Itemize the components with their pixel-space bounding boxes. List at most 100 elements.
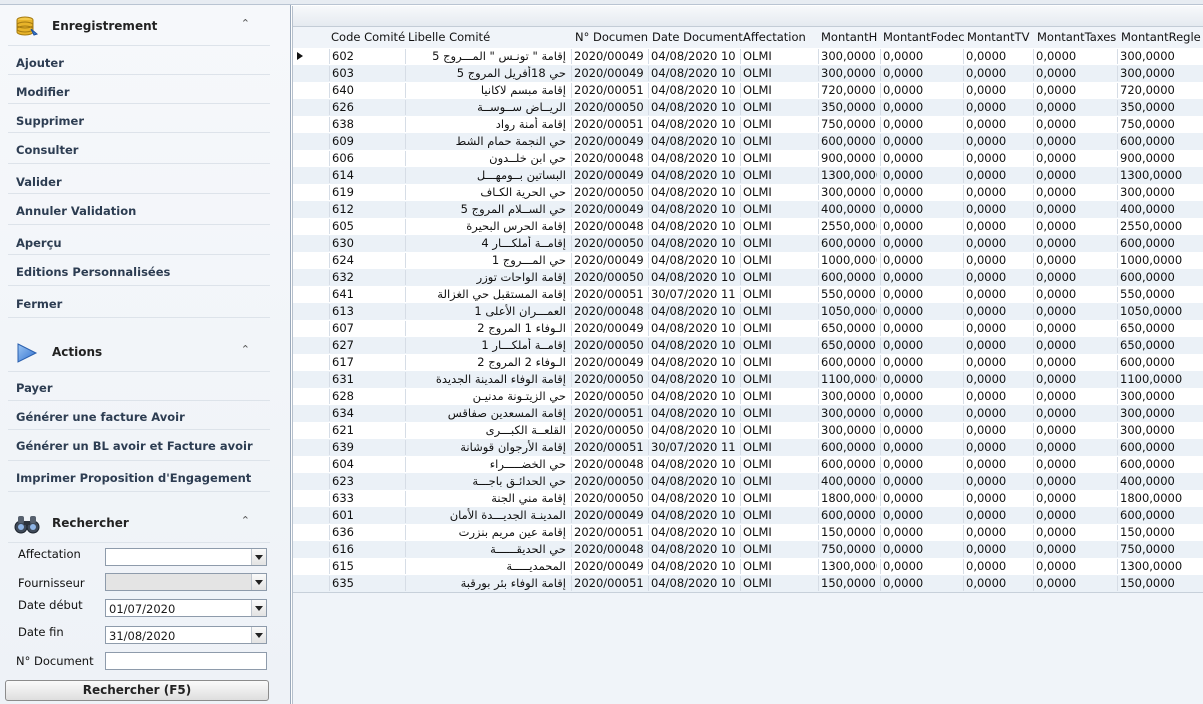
cell-mht[interactable]: 300,0000 <box>818 389 877 404</box>
cell-code[interactable]: 640 <box>329 83 402 98</box>
cell-mfodec[interactable]: 0,0000 <box>880 423 961 438</box>
cell-mht[interactable]: 300,0000 <box>818 49 877 64</box>
cell-date[interactable]: 04/08/2020 10 <box>648 168 738 183</box>
table-row[interactable]: 605 إقامة الحرس البحيرة 2020/00048 04/08/20… <box>293 218 1203 235</box>
table-row[interactable]: 607 الـوفاء 1 المروج 2 2020/00049 04/08/202… <box>293 320 1203 337</box>
cell-libelle[interactable]: حي الخضـــــراء <box>405 457 566 472</box>
cell-ndoc[interactable]: 2020/00049 <box>571 66 646 81</box>
cell-affectation[interactable]: OLMI <box>740 219 815 234</box>
table-row[interactable]: 604 حي الخضـــــراء 2020/00048 04/08/2020 1… <box>293 456 1203 473</box>
cell-mtv[interactable]: 0,0000 <box>963 576 1030 591</box>
cell-ndoc[interactable]: 2020/00050 <box>571 270 646 285</box>
cell-mtaxes[interactable]: 0,0000 <box>1033 576 1114 591</box>
cell-affectation[interactable]: OLMI <box>740 287 815 302</box>
cell-mfodec[interactable]: 0,0000 <box>880 236 961 251</box>
cell-mtv[interactable]: 0,0000 <box>963 559 1030 574</box>
cell-affectation[interactable]: OLMI <box>740 134 815 149</box>
cell-mht[interactable]: 750,0000 <box>818 542 877 557</box>
collapse-icon[interactable]: ⌃ <box>241 343 250 356</box>
cell-mht[interactable]: 400,0000 <box>818 474 877 489</box>
cell-mtv[interactable]: 0,0000 <box>963 304 1030 319</box>
cell-mtaxes[interactable]: 0,0000 <box>1033 321 1114 336</box>
cell-mtv[interactable]: 0,0000 <box>963 253 1030 268</box>
cell-date[interactable]: 04/08/2020 10 <box>648 253 738 268</box>
column-header-mregle[interactable]: MontantRegle <box>1121 30 1203 47</box>
table-row[interactable]: 616 حي الحديقــــــة 2020/00048 04/08/2020 … <box>293 541 1203 558</box>
cell-code[interactable]: 613 <box>329 304 402 319</box>
cell-mtaxes[interactable]: 0,0000 <box>1033 542 1114 557</box>
cell-code[interactable]: 603 <box>329 66 402 81</box>
cell-mtv[interactable]: 0,0000 <box>963 287 1030 302</box>
cell-mtv[interactable]: 0,0000 <box>963 338 1030 353</box>
cell-mht[interactable]: 650,0000 <box>818 338 877 353</box>
cell-mtaxes[interactable]: 0,0000 <box>1033 338 1114 353</box>
cell-mregle[interactable]: 300,0000 <box>1117 423 1201 438</box>
cell-mtv[interactable]: 0,0000 <box>963 219 1030 234</box>
cell-mtv[interactable]: 0,0000 <box>963 321 1030 336</box>
valider-item[interactable]: Valider <box>16 175 62 189</box>
cell-affectation[interactable]: OLMI <box>740 423 815 438</box>
cell-libelle[interactable]: إقامة الحرس البحيرة <box>405 219 566 234</box>
cell-affectation[interactable]: OLMI <box>740 100 815 115</box>
cell-date[interactable]: 04/08/2020 10 <box>648 66 738 81</box>
column-header-mtv[interactable]: MontantTV <box>967 30 1035 47</box>
cell-ndoc[interactable]: 2020/00051 <box>571 440 646 455</box>
cell-mtv[interactable]: 0,0000 <box>963 100 1030 115</box>
apercu-item[interactable]: Aperçu <box>16 236 62 250</box>
cell-ndoc[interactable]: 2020/00048 <box>571 219 646 234</box>
cell-ndoc[interactable]: 2020/00050 <box>571 491 646 506</box>
cell-affectation[interactable]: OLMI <box>740 202 815 217</box>
cell-mtv[interactable]: 0,0000 <box>963 134 1030 149</box>
collapse-icon[interactable]: ⌃ <box>241 514 250 527</box>
annuler-validation-item[interactable]: Annuler Validation <box>16 204 136 218</box>
cell-libelle[interactable]: إقامة المستقبل حي الغزالة <box>405 287 566 302</box>
cell-mht[interactable]: 1100,0000 <box>818 372 877 387</box>
cell-code[interactable]: 619 <box>329 185 402 200</box>
cell-mfodec[interactable]: 0,0000 <box>880 168 961 183</box>
cell-mtaxes[interactable]: 0,0000 <box>1033 287 1114 302</box>
cell-mregle[interactable]: 150,0000 <box>1117 576 1201 591</box>
cell-mfodec[interactable]: 0,0000 <box>880 202 961 217</box>
cell-libelle[interactable]: حي النجمة حمام الشط <box>405 134 566 149</box>
cell-mregle[interactable]: 1050,0000 <box>1117 304 1201 319</box>
cell-libelle[interactable]: إقامة " تونـس " المـــروج 5 <box>405 49 566 64</box>
date-debut-picker[interactable]: 01/07/2020 <box>105 599 267 617</box>
table-row[interactable]: 619 حي الحرية الكـاف 2020/00050 04/08/2020 … <box>293 184 1203 201</box>
cell-mregle[interactable]: 150,0000 <box>1117 525 1201 540</box>
cell-mfodec[interactable]: 0,0000 <box>880 559 961 574</box>
fermer-item[interactable]: Fermer <box>16 297 62 311</box>
cell-affectation[interactable]: OLMI <box>740 304 815 319</box>
cell-libelle[interactable]: البساتين بــومهـــل <box>405 168 566 183</box>
cell-code[interactable]: 609 <box>329 134 402 149</box>
panel-header-actions[interactable]: Actions ⌃ <box>8 337 270 367</box>
cell-mht[interactable]: 350,0000 <box>818 100 877 115</box>
cell-date[interactable]: 04/08/2020 10 <box>648 525 738 540</box>
cell-code[interactable]: 633 <box>329 491 402 506</box>
cell-mtaxes[interactable]: 0,0000 <box>1033 253 1114 268</box>
cell-mht[interactable]: 1800,0000 <box>818 491 877 506</box>
cell-libelle[interactable]: الريــاض ســوســة <box>405 100 566 115</box>
cell-mtv[interactable]: 0,0000 <box>963 355 1030 370</box>
cell-libelle[interactable]: حي الزيتـونة مدنيـن <box>405 389 566 404</box>
cell-affectation[interactable]: OLMI <box>740 338 815 353</box>
cell-ndoc[interactable]: 2020/00050 <box>571 185 646 200</box>
cell-mht[interactable]: 300,0000 <box>818 423 877 438</box>
cell-mfodec[interactable]: 0,0000 <box>880 134 961 149</box>
cell-mtaxes[interactable]: 0,0000 <box>1033 304 1114 319</box>
cell-libelle[interactable]: العمـــران الأعلى 1 <box>405 304 566 319</box>
column-header-mtaxes[interactable]: MontantTaxes <box>1037 30 1119 47</box>
modifier-item[interactable]: Modifier <box>16 85 70 99</box>
cell-date[interactable]: 30/07/2020 11 <box>648 287 738 302</box>
cell-mht[interactable]: 900,0000 <box>818 151 877 166</box>
cell-mtv[interactable]: 0,0000 <box>963 66 1030 81</box>
cell-code[interactable]: 635 <box>329 576 402 591</box>
cell-date[interactable]: 04/08/2020 10 <box>648 219 738 234</box>
cell-code[interactable]: 604 <box>329 457 402 472</box>
cell-mtaxes[interactable]: 0,0000 <box>1033 49 1114 64</box>
column-header-code[interactable]: Code Comité <box>331 30 405 47</box>
cell-mfodec[interactable]: 0,0000 <box>880 49 961 64</box>
cell-ndoc[interactable]: 2020/00049 <box>571 202 646 217</box>
consulter-item[interactable]: Consulter <box>16 143 78 157</box>
cell-code[interactable]: 634 <box>329 406 402 421</box>
cell-mtaxes[interactable]: 0,0000 <box>1033 372 1114 387</box>
